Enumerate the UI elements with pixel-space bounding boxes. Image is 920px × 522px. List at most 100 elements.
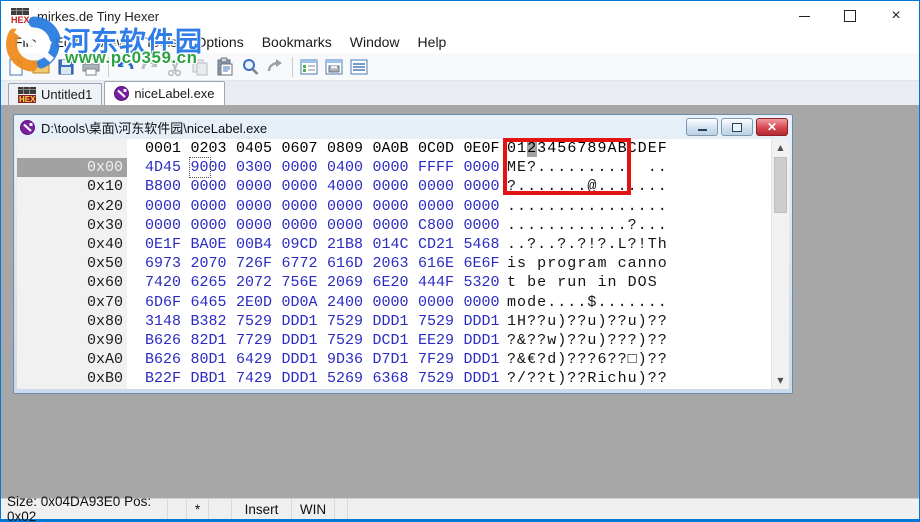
hex-cell[interactable]: 3148 — [145, 312, 191, 331]
tab-nicelabel-exe[interactable]: niceLabel.exe — [104, 81, 224, 105]
row-ascii[interactable]: ?/??t)??Richu)?? — [507, 369, 668, 388]
hex-cell[interactable]: 0E1F — [145, 235, 191, 254]
menu-help[interactable]: Help — [409, 31, 456, 53]
hex-cell[interactable]: DDD1 — [282, 331, 328, 350]
hex-cell[interactable]: 0000 — [145, 197, 191, 216]
menu-tools[interactable]: Tools — [136, 31, 187, 53]
hex-cell[interactable]: 616E — [418, 254, 464, 273]
row-address[interactable]: 0xA0 — [17, 350, 127, 369]
editor-restore-button[interactable] — [721, 118, 753, 136]
tab-untitled1[interactable]: HEX Untitled1 — [8, 83, 102, 105]
hex-cell[interactable]: 0400 — [327, 158, 373, 177]
hex-cell[interactable]: B800 — [145, 177, 191, 196]
hex-cell[interactable]: 0000 — [418, 177, 464, 196]
menu-edit[interactable]: Edit — [46, 31, 88, 53]
row-address[interactable]: 0x90 — [17, 331, 127, 350]
close-button[interactable]: × — [873, 1, 919, 31]
hex-cell[interactable]: 2400 — [327, 293, 373, 312]
hex-cell[interactable]: 0000 — [282, 216, 328, 235]
hex-cell[interactable]: 0000 — [282, 177, 328, 196]
hex-cell[interactable]: 0000 — [236, 216, 282, 235]
hex-cell[interactable]: 0000 — [327, 216, 373, 235]
editor-title-bar[interactable]: D:\tools\桌面\河东软件园\niceLabel.exe ✕ — [14, 115, 792, 139]
menu-options[interactable]: Options — [186, 31, 252, 53]
hex-cell[interactable]: 6D6F — [145, 293, 191, 312]
scrollbar-thumb[interactable] — [774, 157, 787, 213]
search-button[interactable] — [238, 55, 262, 79]
hex-cell[interactable]: 014C — [373, 235, 419, 254]
scroll-down-icon[interactable]: ▼ — [772, 372, 789, 389]
hex-cell[interactable]: BA0E — [191, 235, 237, 254]
maximize-button[interactable] — [827, 1, 873, 31]
new-file-button[interactable] — [4, 55, 28, 79]
hex-cell[interactable]: DBD1 — [191, 369, 237, 388]
hex-cell[interactable]: 0000 — [145, 216, 191, 235]
hex-cell[interactable]: 0000 — [282, 158, 328, 177]
jump-to-offset-button[interactable] — [263, 55, 287, 79]
hex-cell[interactable]: 5320 — [464, 273, 510, 292]
hex-cell[interactable]: 0000 — [373, 293, 419, 312]
hex-cell[interactable]: DDD1 — [464, 369, 510, 388]
hex-cell[interactable]: 4000 — [327, 177, 373, 196]
row-ascii[interactable]: ............?... — [507, 216, 668, 235]
hex-cell[interactable]: 6E20 — [373, 273, 419, 292]
hex-cell[interactable]: 7529 — [236, 312, 282, 331]
view-structure-button[interactable] — [297, 55, 321, 79]
hex-cell[interactable]: 7529 — [327, 331, 373, 350]
hex-cell[interactable]: 0000 — [282, 197, 328, 216]
hex-cell[interactable]: 7529 — [418, 312, 464, 331]
hex-cell[interactable]: 0000 — [373, 158, 419, 177]
hex-cell[interactable]: B626 — [145, 350, 191, 369]
hex-cell[interactable]: 0000 — [464, 293, 510, 312]
hex-cell[interactable]: 2E0D — [236, 293, 282, 312]
hex-cell[interactable]: 2072 — [236, 273, 282, 292]
hex-cell[interactable]: 0000 — [464, 197, 510, 216]
row-ascii[interactable]: 1H??u)??u)??u)?? — [507, 312, 668, 331]
hex-cell[interactable]: 0000 — [191, 216, 237, 235]
hex-cell[interactable]: DDD1 — [464, 350, 510, 369]
editor-minimize-button[interactable] — [686, 118, 718, 136]
hex-cell[interactable]: 444F — [418, 273, 464, 292]
row-address[interactable]: 0x30 — [17, 216, 127, 235]
scroll-up-icon[interactable]: ▲ — [772, 139, 789, 156]
hex-cell[interactable]: 2063 — [373, 254, 419, 273]
row-address[interactable]: 0xB0 — [17, 369, 127, 388]
row-ascii[interactable]: ..?..?.?!?.L?!Th — [507, 235, 668, 254]
paste-button[interactable] — [213, 55, 237, 79]
hex-cell[interactable]: 0000 — [191, 177, 237, 196]
view-list-button[interactable] — [347, 55, 371, 79]
hex-cell[interactable]: 0000 — [373, 197, 419, 216]
hex-cell[interactable]: 6772 — [282, 254, 328, 273]
hex-cell[interactable]: 0000 — [236, 177, 282, 196]
hex-cell[interactable]: 21B8 — [327, 235, 373, 254]
hex-cell[interactable]: 9000 — [191, 158, 237, 177]
editor-close-button[interactable]: ✕ — [756, 118, 788, 136]
hex-cell[interactable]: DDD1 — [282, 350, 328, 369]
row-address[interactable]: 0x60 — [17, 273, 127, 292]
hex-cell[interactable]: C800 — [418, 216, 464, 235]
hex-cell[interactable]: B22F — [145, 369, 191, 388]
row-ascii[interactable]: t be run in DOS — [507, 273, 668, 292]
row-ascii[interactable]: is program canno — [507, 254, 668, 273]
hex-cell[interactable]: 0000 — [327, 197, 373, 216]
hex-cell[interactable]: 7729 — [236, 331, 282, 350]
menu-file[interactable]: File — [5, 31, 46, 53]
hex-editor-view[interactable]: 000102030405060708090A0B0C0D0E0F 0123456… — [17, 139, 789, 389]
row-address[interactable]: 0x70 — [17, 293, 127, 312]
row-ascii[interactable]: ?&??w)??u)???)?? — [507, 331, 668, 350]
hex-cell[interactable]: DDD1 — [464, 312, 510, 331]
hex-cell[interactable]: EE29 — [418, 331, 464, 350]
hex-cell[interactable]: 5269 — [327, 369, 373, 388]
hex-cell[interactable]: 7429 — [236, 369, 282, 388]
vertical-scrollbar[interactable]: ▲ ▼ — [771, 139, 789, 389]
hex-cell[interactable]: 0000 — [236, 197, 282, 216]
row-address[interactable]: 0x10 — [17, 177, 127, 196]
save-button[interactable] — [54, 55, 78, 79]
hex-cell[interactable]: DDD1 — [282, 369, 328, 388]
hex-cell[interactable]: 2070 — [191, 254, 237, 273]
row-address[interactable]: 0x80 — [17, 312, 127, 331]
print-button[interactable] — [79, 55, 103, 79]
hex-cell[interactable]: 6973 — [145, 254, 191, 273]
hex-cell[interactable]: 616D — [327, 254, 373, 273]
hex-cell[interactable]: B382 — [191, 312, 237, 331]
